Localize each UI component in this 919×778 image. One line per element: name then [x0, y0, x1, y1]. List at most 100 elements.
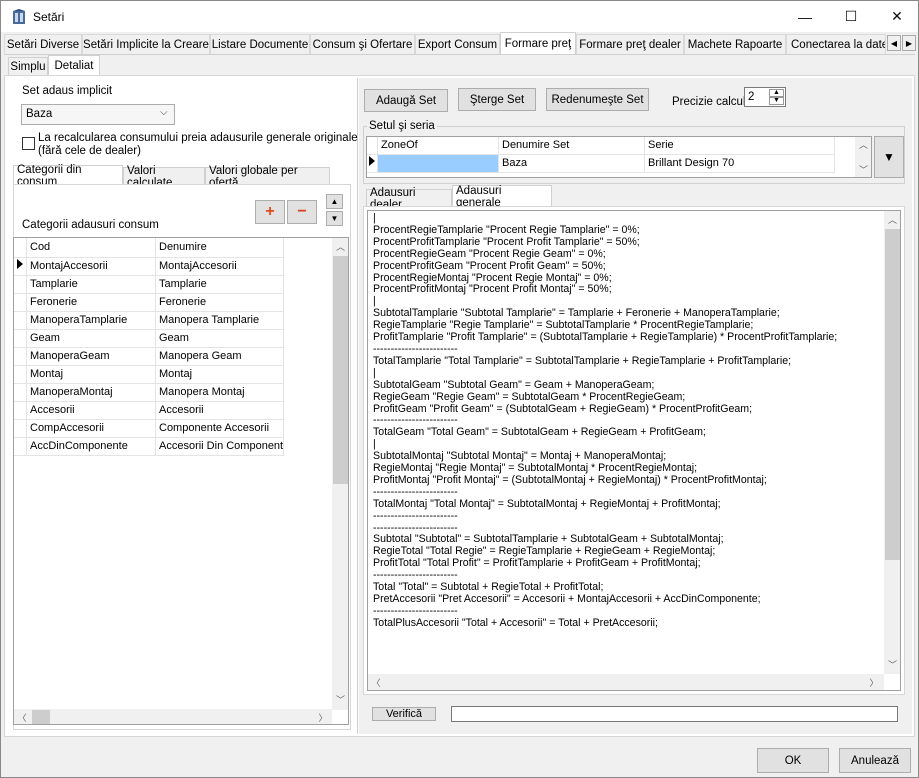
stepper-down-icon[interactable]: ▼ — [769, 97, 784, 105]
row-indicator[interactable] — [14, 312, 27, 330]
verify-button[interactable]: Verifică — [372, 707, 436, 721]
tab-consum-ofertare[interactable]: Consum şi Ofertare — [310, 34, 415, 54]
category-name-cell[interactable]: Accesorii Din Componente — [156, 438, 284, 456]
set-cell-serie[interactable]: Brillant Design 70 — [645, 155, 835, 173]
categories-hscroll-thumb[interactable] — [32, 710, 50, 724]
category-name-cell[interactable]: Manopera Montaj — [156, 384, 284, 402]
categories-hscroll[interactable]: 〈 〉 — [14, 709, 332, 724]
chevron-down-icon[interactable]: ﹀ — [884, 658, 900, 671]
tab-export-consum[interactable]: Export Consum — [415, 34, 500, 54]
chevron-left-icon[interactable]: 〈 — [370, 676, 382, 689]
row-indicator[interactable] — [14, 402, 27, 420]
row-indicator[interactable] — [14, 330, 27, 348]
set-cell-zoneof[interactable] — [378, 155, 499, 173]
maximize-button[interactable]: ☐ — [828, 1, 874, 32]
add-category-button[interactable]: + — [255, 200, 285, 224]
category-name-cell[interactable]: Manopera Geam — [156, 348, 284, 366]
tab-valori-calculate[interactable]: Valori calculate — [123, 165, 205, 189]
category-code-cell[interactable]: ManoperaMontaj — [27, 384, 156, 402]
precision-stepper[interactable]: 2 ▲ ▼ — [744, 87, 786, 107]
category-name-cell[interactable]: Componente Accesorii — [156, 420, 284, 438]
tab-detaliat[interactable]: Detaliat — [48, 55, 100, 76]
category-code-cell[interactable]: CompAccesorii — [27, 420, 156, 438]
category-name-cell[interactable]: Manopera Tamplarie — [156, 312, 284, 330]
category-name-cell[interactable]: Montaj — [156, 366, 284, 384]
row-indicator[interactable] — [14, 348, 27, 366]
cancel-button[interactable]: Anulează — [839, 748, 911, 773]
category-name-cell[interactable]: Feronerie — [156, 294, 284, 312]
row-indicator[interactable] — [14, 276, 27, 294]
category-code-cell[interactable]: AccDinComponente — [27, 438, 156, 456]
tab-setari-diverse[interactable]: Setări Diverse — [4, 34, 82, 54]
row-indicator[interactable] — [14, 384, 27, 402]
chevron-up-icon[interactable]: ︿ — [332, 240, 348, 253]
tab-setari-implicite[interactable]: Setări Implicite la Creare — [82, 34, 210, 54]
category-code-cell[interactable]: Feronerie — [27, 294, 156, 312]
column-header-denumire-set[interactable]: Denumire Set — [499, 137, 645, 155]
chevron-left-icon[interactable]: 〈 — [16, 711, 28, 724]
column-header-zoneof[interactable]: ZoneOf — [378, 137, 499, 155]
category-code-cell[interactable]: MontajAccesorii — [27, 258, 156, 276]
verify-result-field[interactable] — [451, 706, 898, 722]
tab-scroll-left-button[interactable]: ◀ — [887, 35, 901, 51]
set-grid-vscroll[interactable]: ︿ ﹀ — [855, 137, 871, 177]
stepper-up-icon[interactable]: ▲ — [769, 89, 784, 97]
set-default-select[interactable]: Baza ⌵ — [21, 104, 175, 125]
formulas-editor[interactable]: | ProcentRegieTamplarie "Procent Regie T… — [367, 210, 901, 691]
delete-set-button[interactable]: Şterge Set — [458, 88, 536, 111]
tab-adausuri-dealer[interactable]: Adausuri dealer — [366, 187, 452, 211]
chevron-down-icon[interactable]: ﹀ — [332, 693, 348, 706]
category-code-cell[interactable]: ManoperaGeam — [27, 348, 156, 366]
formulas-hscroll[interactable]: 〈 〉 — [368, 674, 884, 690]
tab-adausuri-generale[interactable]: Adausuri generale — [452, 185, 552, 209]
minimize-button[interactable]: — — [782, 1, 828, 32]
categories-vscroll[interactable]: ︿ ﹀ — [332, 238, 348, 710]
recalc-checkbox[interactable] — [22, 137, 35, 150]
tab-simplu[interactable]: Simplu — [8, 57, 48, 75]
tab-scroll-right-button[interactable]: ▶ — [902, 35, 916, 51]
category-name-cell[interactable]: MontajAccesorii — [156, 258, 284, 276]
row-indicator[interactable] — [14, 366, 27, 384]
row-indicator[interactable] — [14, 438, 27, 456]
category-code-cell[interactable]: Tamplarie — [27, 276, 156, 294]
categories-vscroll-thumb[interactable] — [333, 256, 348, 484]
remove-category-button[interactable]: − — [287, 200, 317, 224]
rename-set-button[interactable]: Redenumeşte Set — [546, 88, 649, 111]
set-dropdown-button[interactable]: ▼ — [874, 136, 904, 178]
tab-conectarea-la-date[interactable]: Conectarea la date — [786, 34, 886, 54]
chevron-right-icon[interactable]: 〉 — [868, 676, 880, 689]
column-header-serie[interactable]: Serie — [645, 137, 835, 155]
tab-categorii-din-consum[interactable]: Categorii din consum — [13, 164, 123, 188]
formulas-vscroll[interactable]: ︿ ﹀ — [884, 211, 900, 674]
tab-listare-documente[interactable]: Listare Documente — [210, 34, 310, 54]
column-header-denumire[interactable]: Denumire — [156, 238, 284, 258]
chevron-up-icon[interactable]: ︿ — [884, 213, 900, 226]
splitter[interactable] — [357, 78, 358, 734]
chevron-down-icon[interactable]: ﹀ — [855, 163, 871, 176]
tab-valori-globale[interactable]: Valori globale per ofertă — [205, 165, 330, 189]
column-header-cod[interactable]: Cod — [27, 238, 156, 258]
tab-formare-pret-dealer[interactable]: Formare preţ dealer — [576, 34, 684, 54]
category-name-cell[interactable]: Geam — [156, 330, 284, 348]
set-cell-denumire[interactable]: Baza — [499, 155, 645, 173]
category-code-cell[interactable]: Accesorii — [27, 402, 156, 420]
formulas-vscroll-thumb[interactable] — [885, 229, 900, 560]
tab-formare-pret[interactable]: Formare preţ — [500, 32, 576, 55]
close-button[interactable]: ✕ — [874, 1, 919, 32]
move-down-button[interactable]: ▼ — [326, 211, 343, 226]
minimize-icon: — — [798, 8, 812, 25]
add-set-button[interactable]: Adaugă Set — [364, 89, 448, 112]
chevron-right-icon[interactable]: 〉 — [317, 711, 329, 724]
move-up-button[interactable]: ▲ — [326, 194, 343, 209]
category-name-cell[interactable]: Tamplarie — [156, 276, 284, 294]
category-code-cell[interactable]: Montaj — [27, 366, 156, 384]
tab-machete-rapoarte[interactable]: Machete Rapoarte — [684, 34, 786, 54]
category-code-cell[interactable]: ManoperaTamplarie — [27, 312, 156, 330]
category-name-cell[interactable]: Accesorii — [156, 402, 284, 420]
ok-button[interactable]: OK — [757, 748, 829, 773]
row-indicator[interactable] — [14, 294, 27, 312]
row-indicator[interactable] — [14, 420, 27, 438]
category-code-cell[interactable]: Geam — [27, 330, 156, 348]
row-pointer-icon[interactable] — [14, 258, 27, 276]
chevron-up-icon[interactable]: ︿ — [855, 138, 871, 151]
